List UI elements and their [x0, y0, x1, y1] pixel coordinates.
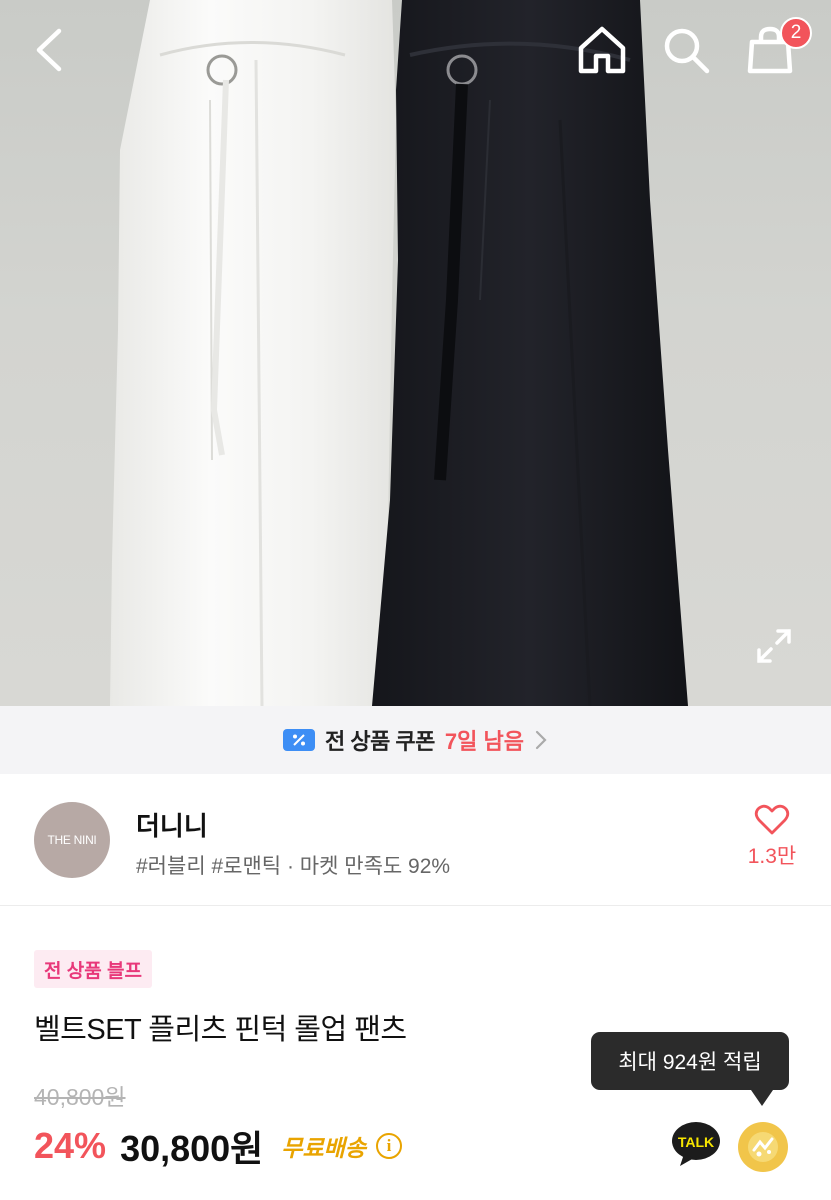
- product-title: 벨트SET 플리츠 핀턱 롤업 팬츠: [34, 1014, 407, 1046]
- heart-outline-icon: [754, 804, 790, 835]
- sale-price: 30,800원: [120, 1128, 264, 1169]
- coupon-banner[interactable]: 전 상품 쿠폰 7일 남음: [0, 706, 831, 774]
- coupon-icon: [282, 729, 315, 751]
- product-photo: [110, 0, 688, 706]
- like-count: 1.3만: [747, 845, 797, 868]
- reward-tooltip: 최대 924원 적립: [591, 1032, 789, 1106]
- kakao-talk-button[interactable]: TALK: [670, 1118, 722, 1170]
- kakao-talk-icon: TALK: [672, 1122, 720, 1166]
- coupon-days-left: 7일 남음: [444, 729, 524, 754]
- reward-coin-icon: [748, 1132, 778, 1162]
- chevron-left-icon: [36, 28, 62, 72]
- original-price: 40,800원: [34, 1084, 126, 1110]
- home-button[interactable]: [574, 22, 630, 78]
- expand-icon: [757, 629, 791, 663]
- cart-count-badge: 2: [780, 17, 812, 49]
- store-logo[interactable]: THE NINI: [34, 802, 110, 878]
- search-icon: [664, 28, 710, 74]
- discount-rate: 24%: [34, 1125, 107, 1166]
- like-button[interactable]: 1.3만: [732, 804, 812, 884]
- store-info: THE NINI 더니니 #러블리 #로맨틱 · 마켓 만족도 92% 1.3만: [0, 774, 831, 906]
- reward-button[interactable]: [738, 1122, 788, 1172]
- promo-badge: 전 상품 블프: [34, 950, 152, 988]
- price-row: 24% 30,800원 무료배송 i: [34, 1120, 402, 1172]
- home-icon: [578, 26, 626, 74]
- free-shipping-label: 무료배송: [281, 1135, 366, 1161]
- coupon-text: 전 상품 쿠폰: [324, 729, 435, 754]
- chevron-right-icon: [535, 730, 547, 750]
- back-button[interactable]: [22, 22, 78, 78]
- expand-image-button[interactable]: [750, 622, 798, 670]
- search-button[interactable]: [658, 22, 714, 78]
- info-icon[interactable]: i: [375, 1133, 402, 1159]
- store-name[interactable]: 더니니: [136, 806, 208, 843]
- store-tags: #러블리 #로맨틱 · 마켓 만족도 92%: [136, 855, 451, 878]
- product-image[interactable]: 2: [0, 0, 831, 706]
- talk-label: TALK: [678, 1134, 714, 1150]
